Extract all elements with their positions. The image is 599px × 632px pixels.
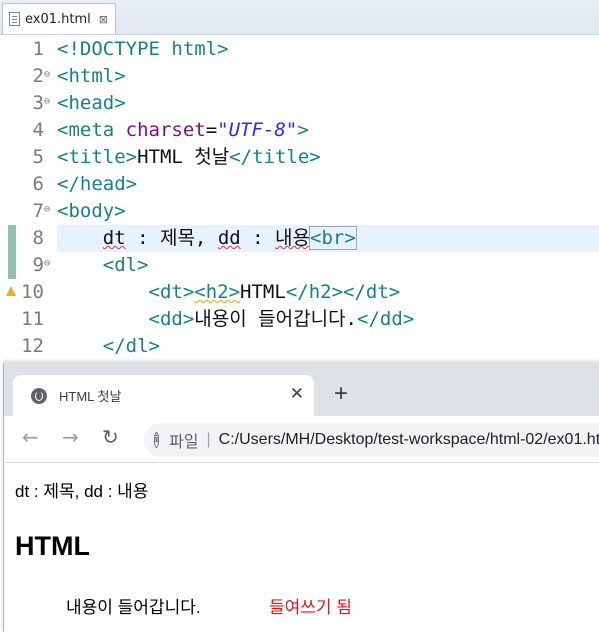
code-token: <dl>	[57, 254, 149, 276]
code-token: >	[297, 119, 309, 141]
browser-toolbar: ← → ↻ i 파일 | C:/Users/MH/Desktop/test-wo…	[4, 416, 599, 463]
line-number: 8	[32, 227, 44, 249]
code-text[interactable]: </dl>	[57, 333, 599, 360]
code-token: </dl>	[57, 335, 160, 357]
code-token: : 제목,	[125, 227, 218, 249]
code-text[interactable]: <dl>	[57, 252, 599, 279]
code-line[interactable]: 2 ⊖ <html>	[0, 63, 599, 90]
code-line[interactable]: 1 <!DOCTYPE html>	[0, 36, 599, 63]
back-arrow-icon[interactable]: ←	[22, 426, 39, 448]
globe-icon	[31, 387, 47, 404]
code-token: 내용	[275, 227, 310, 249]
line-number: 6	[32, 173, 44, 195]
code-line[interactable]: 6 </head>	[0, 171, 599, 198]
definition-term-text: dt : 제목, dd : 내용	[15, 482, 149, 501]
code-token: <head>	[57, 92, 126, 114]
code-token: <meta	[57, 119, 126, 141]
definition-description-text: 내용이 들어갑니다.	[66, 598, 201, 617]
code-line[interactable]: 3 ⊖ <head>	[0, 90, 599, 117]
code-token: <!DOCTYPE html>	[57, 38, 229, 60]
code-token: </head>	[57, 173, 138, 195]
code-text[interactable]: <head>	[57, 90, 599, 117]
code-token: dd	[217, 227, 241, 249]
code-token: </h2></dt>	[285, 281, 401, 303]
code-line[interactable]: 5 <title>HTML 첫날</title>	[0, 144, 599, 171]
line-number: 10	[21, 281, 44, 303]
code-line[interactable]: 7 ⊖ <body>	[0, 198, 599, 225]
line-number: 1	[32, 38, 44, 60]
code-token: :	[240, 227, 276, 249]
line-number: 11	[21, 308, 44, 330]
code-area[interactable]: 1 <!DOCTYPE html> 2 ⊖ <html> 3 ⊖ <head> 4 <meta c…	[0, 35, 599, 370]
fold-toggle-icon[interactable]: ⊖	[44, 90, 50, 114]
info-icon[interactable]: i	[154, 432, 160, 448]
code-token: <title>	[57, 146, 138, 168]
code-token: </title>	[229, 146, 321, 168]
code-text[interactable]: <!DOCTYPE html>	[57, 36, 599, 63]
code-token: </dd>	[357, 308, 415, 330]
line-number: 2	[32, 65, 44, 87]
code-token: <html>	[57, 65, 126, 87]
code-text[interactable]: <dt><h2>HTML</h2></dt>	[57, 279, 599, 306]
line-number: 4	[32, 119, 44, 141]
code-token: 내용이 들어갑니다.	[194, 308, 357, 330]
page-content: dt : 제목, dd : 내용 HTML 내용이 들어갑니다. 들여쓰기 됨	[4, 463, 599, 632]
code-token: <br>	[309, 226, 357, 250]
line-number: 12	[21, 335, 44, 357]
fold-toggle-icon[interactable]: ⊖	[44, 252, 50, 276]
code-token: "UTF-8"	[217, 119, 298, 141]
code-line[interactable]: 12 </dl>	[0, 333, 599, 360]
editor-tab-ex01[interactable]: ex01.html ⊠	[2, 3, 116, 34]
code-line[interactable]: 9 ⊖ <dl>	[0, 252, 599, 279]
address-url[interactable]: C:/Users/MH/Desktop/test-workspace/html-…	[219, 431, 599, 449]
browser-window: HTML 첫날 ✕ + ← → ↻ i 파일 | C:/Users/MH/Des…	[3, 363, 599, 632]
forward-arrow-icon[interactable]: →	[62, 426, 79, 448]
code-token: HTML 첫날	[137, 146, 230, 168]
code-text[interactable]: </head>	[57, 171, 599, 198]
code-text[interactable]: <body>	[57, 198, 599, 225]
editor-tab-label: ex01.html	[25, 11, 91, 27]
code-line[interactable]: 11 <dd>내용이 들어갑니다.</dd>	[0, 306, 599, 333]
browser-tab[interactable]: HTML 첫날 ✕	[13, 375, 314, 416]
address-separator: |	[206, 431, 211, 448]
code-line[interactable]: 4 <meta charset="UTF-8">	[0, 117, 599, 144]
code-token: =	[205, 119, 218, 141]
code-token: <dd>	[57, 308, 195, 330]
code-token: charset	[125, 119, 206, 141]
indent-annotation: 들여쓰기 됨	[269, 598, 352, 617]
code-line[interactable]: 8 dt : 제목, dd : 내용<br>	[0, 225, 599, 252]
code-token: <dt>	[57, 281, 195, 303]
code-text[interactable]: dt : 제목, dd : 내용<br>	[57, 225, 599, 252]
address-scheme-label: 파일	[169, 434, 199, 451]
fold-toggle-icon[interactable]: ⊖	[44, 198, 50, 222]
address-bar[interactable]: i 파일 | C:/Users/MH/Desktop/test-workspac…	[144, 423, 599, 457]
reload-icon[interactable]: ↻	[102, 426, 119, 448]
line-number: 5	[32, 146, 44, 168]
code-text[interactable]: <html>	[57, 63, 599, 90]
line-number: 9	[32, 254, 44, 276]
code-token: HTML	[240, 281, 286, 303]
code-token: dt	[102, 227, 126, 249]
code-token: <body>	[57, 200, 126, 222]
code-editor: ex01.html ⊠ 1 <!DOCTYPE html> 2 ⊖ <html> 3 ⊖ <h…	[0, 0, 599, 370]
code-text[interactable]: <title>HTML 첫날</title>	[57, 144, 599, 171]
html-file-icon	[9, 12, 20, 26]
line-number: 7	[32, 200, 44, 222]
fold-toggle-icon[interactable]: ⊖	[44, 63, 50, 87]
close-icon[interactable]: ⊠	[99, 13, 108, 26]
code-text[interactable]: <meta charset="UTF-8">	[57, 117, 599, 144]
code-text[interactable]: <dd>내용이 들어갑니다.</dd>	[57, 306, 599, 333]
line-number: 3	[32, 92, 44, 114]
editor-tab-bar: ex01.html ⊠	[0, 0, 599, 35]
code-token: <h2>	[194, 281, 241, 303]
close-tab-icon[interactable]: ✕	[290, 385, 304, 403]
new-tab-icon[interactable]: +	[334, 382, 348, 406]
browser-tab-strip: HTML 첫날 ✕ +	[4, 363, 599, 416]
page-heading: HTML	[15, 531, 90, 561]
browser-tab-title: HTML 첫날	[59, 389, 122, 404]
code-line[interactable]: 10 <dt><h2>HTML</h2></dt>	[0, 279, 599, 306]
